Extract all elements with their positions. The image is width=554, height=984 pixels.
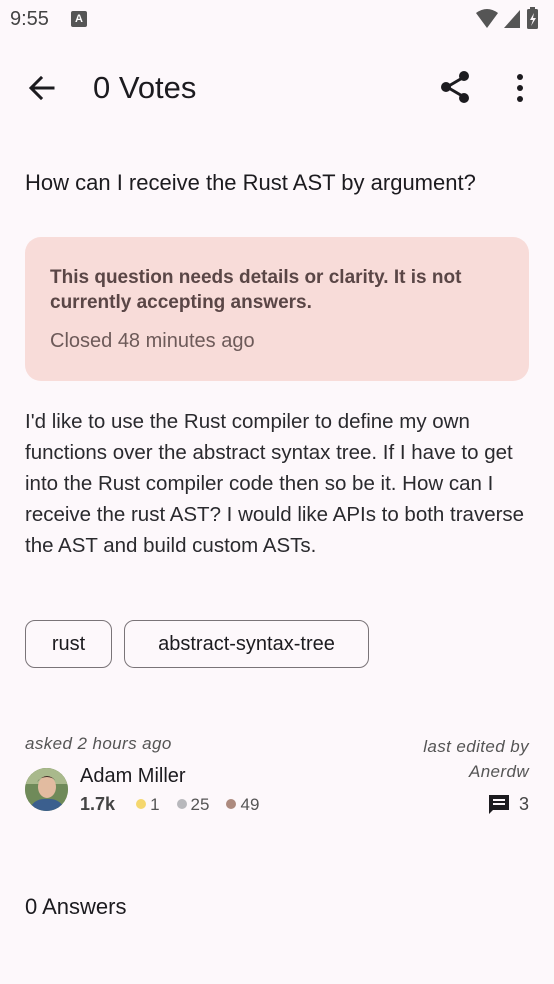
page-title: 0 Votes — [93, 70, 197, 105]
silver-badge-icon — [176, 799, 187, 809]
status-icons — [476, 7, 538, 29]
arrow-back-icon — [28, 75, 55, 101]
tag-rust[interactable]: rust — [25, 620, 112, 668]
status-bar: 9:55 A — [0, 0, 554, 40]
comment-icon — [489, 795, 509, 814]
back-button[interactable] — [24, 70, 60, 106]
signal-icon — [504, 10, 520, 28]
more-options-button[interactable] — [505, 70, 535, 106]
silver-badge-count: 25 — [190, 795, 210, 814]
share-button[interactable] — [437, 68, 475, 106]
answers-heading: 0 Answers — [25, 894, 127, 919]
bronze-badge-count: 49 — [240, 795, 260, 814]
closed-reason: This question needs details or clarity. … — [50, 267, 462, 313]
battery-icon — [527, 7, 538, 29]
author-reputation: 1.7k 1 25 49 — [80, 794, 259, 815]
comment-count: 3 — [518, 794, 529, 814]
app-bar: 0 Votes — [0, 56, 554, 120]
edited-info: last edited by Anerdw — [423, 734, 529, 784]
tag-abstract-syntax-tree[interactable]: abstract-syntax-tree — [124, 620, 369, 668]
gold-badge-icon — [136, 799, 147, 809]
status-time: 9:55 — [10, 8, 49, 30]
share-icon — [441, 71, 469, 103]
closed-time: Closed 48 minutes ago — [50, 330, 255, 352]
avatar-image — [25, 768, 68, 811]
notification-icon: A — [71, 11, 87, 27]
bronze-badge-icon — [226, 799, 237, 809]
edited-by[interactable]: Anerdw — [423, 759, 529, 784]
comments-button[interactable]: 3 — [485, 793, 529, 817]
more-vert-icon — [517, 74, 523, 102]
closed-notice-card: This question needs details or clarity. … — [25, 237, 529, 381]
question-body: I'd like to use the Rust compiler to def… — [25, 410, 525, 557]
question-title: How can I receive the Rust AST by argume… — [25, 170, 476, 195]
asked-time: asked 2 hours ago — [25, 734, 172, 753]
edited-label: last edited by — [423, 737, 529, 756]
reputation-score: 1.7k — [80, 794, 116, 814]
wifi-icon — [476, 9, 498, 28]
avatar[interactable] — [25, 768, 68, 811]
author-name[interactable]: Adam Miller — [80, 765, 186, 788]
gold-badge-count: 1 — [150, 795, 160, 814]
